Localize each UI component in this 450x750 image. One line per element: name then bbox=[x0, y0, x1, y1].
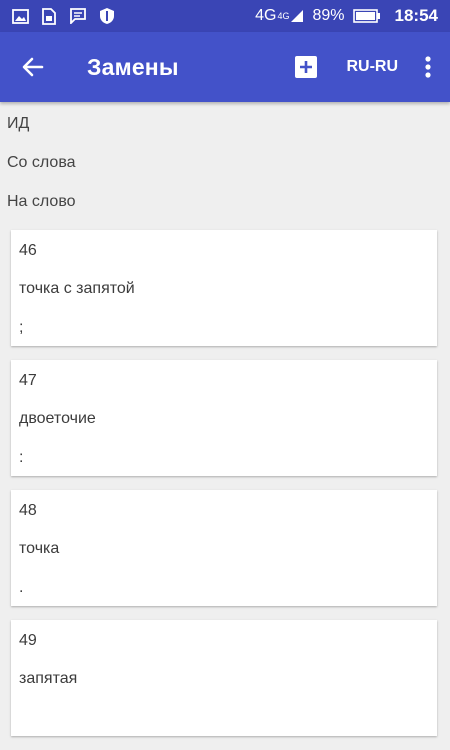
shield-icon bbox=[97, 6, 117, 26]
item-id: 48 bbox=[19, 502, 37, 519]
to-word-header: На слово bbox=[7, 193, 76, 210]
item-id: 49 bbox=[19, 632, 37, 649]
battery-icon bbox=[352, 9, 380, 23]
list-item[interactable]: 46 точка с запятой ; bbox=[11, 230, 437, 346]
id-header: ИД bbox=[7, 115, 30, 132]
item-to-word: ; bbox=[19, 319, 24, 336]
message-icon bbox=[68, 6, 88, 26]
network-indicator: 4G 4G bbox=[255, 7, 304, 25]
more-vert-icon bbox=[425, 56, 431, 78]
from-word-header: Со слова bbox=[7, 154, 76, 171]
item-to-word: . bbox=[19, 579, 24, 596]
add-icon bbox=[295, 56, 318, 78]
item-to-word bbox=[19, 698, 437, 737]
field-headers: ИД Со слова На слово bbox=[0, 102, 450, 221]
replacements-list: 46 точка с запятой ; 47 двоеточие : 48 т… bbox=[11, 230, 437, 750]
item-id: 46 bbox=[19, 242, 37, 259]
notification-icons bbox=[0, 6, 117, 26]
battery-percent: 89% bbox=[312, 7, 345, 24]
language-button[interactable]: RU-RU bbox=[346, 58, 398, 76]
item-from-word: запятая bbox=[19, 670, 78, 687]
list-item[interactable]: 48 точка . bbox=[11, 490, 437, 606]
page-title: Замены bbox=[87, 53, 179, 80]
back-button[interactable] bbox=[15, 49, 51, 85]
item-to-word: : bbox=[19, 449, 24, 466]
signal-icon bbox=[291, 10, 304, 22]
add-button[interactable] bbox=[288, 49, 324, 85]
image-icon bbox=[10, 6, 30, 26]
app-bar: Замены RU-RU bbox=[0, 32, 450, 102]
item-from-word: точка bbox=[19, 540, 60, 557]
network-label: 4G bbox=[255, 7, 277, 24]
item-id: 47 bbox=[19, 372, 37, 389]
status-bar: 4G 4G 89% 18:54 bbox=[0, 0, 450, 32]
back-arrow-icon bbox=[22, 57, 44, 77]
clock: 18:54 bbox=[394, 6, 438, 25]
more-options-button[interactable] bbox=[420, 49, 436, 85]
list-item[interactable]: 47 двоеточие : bbox=[11, 360, 437, 476]
list-item[interactable]: 49 запятая bbox=[11, 620, 437, 736]
item-from-word: точка с запятой bbox=[19, 280, 135, 297]
sim-icon bbox=[39, 6, 59, 26]
item-from-word: двоеточие bbox=[19, 410, 96, 427]
network-sup-label: 4G bbox=[277, 11, 290, 21]
